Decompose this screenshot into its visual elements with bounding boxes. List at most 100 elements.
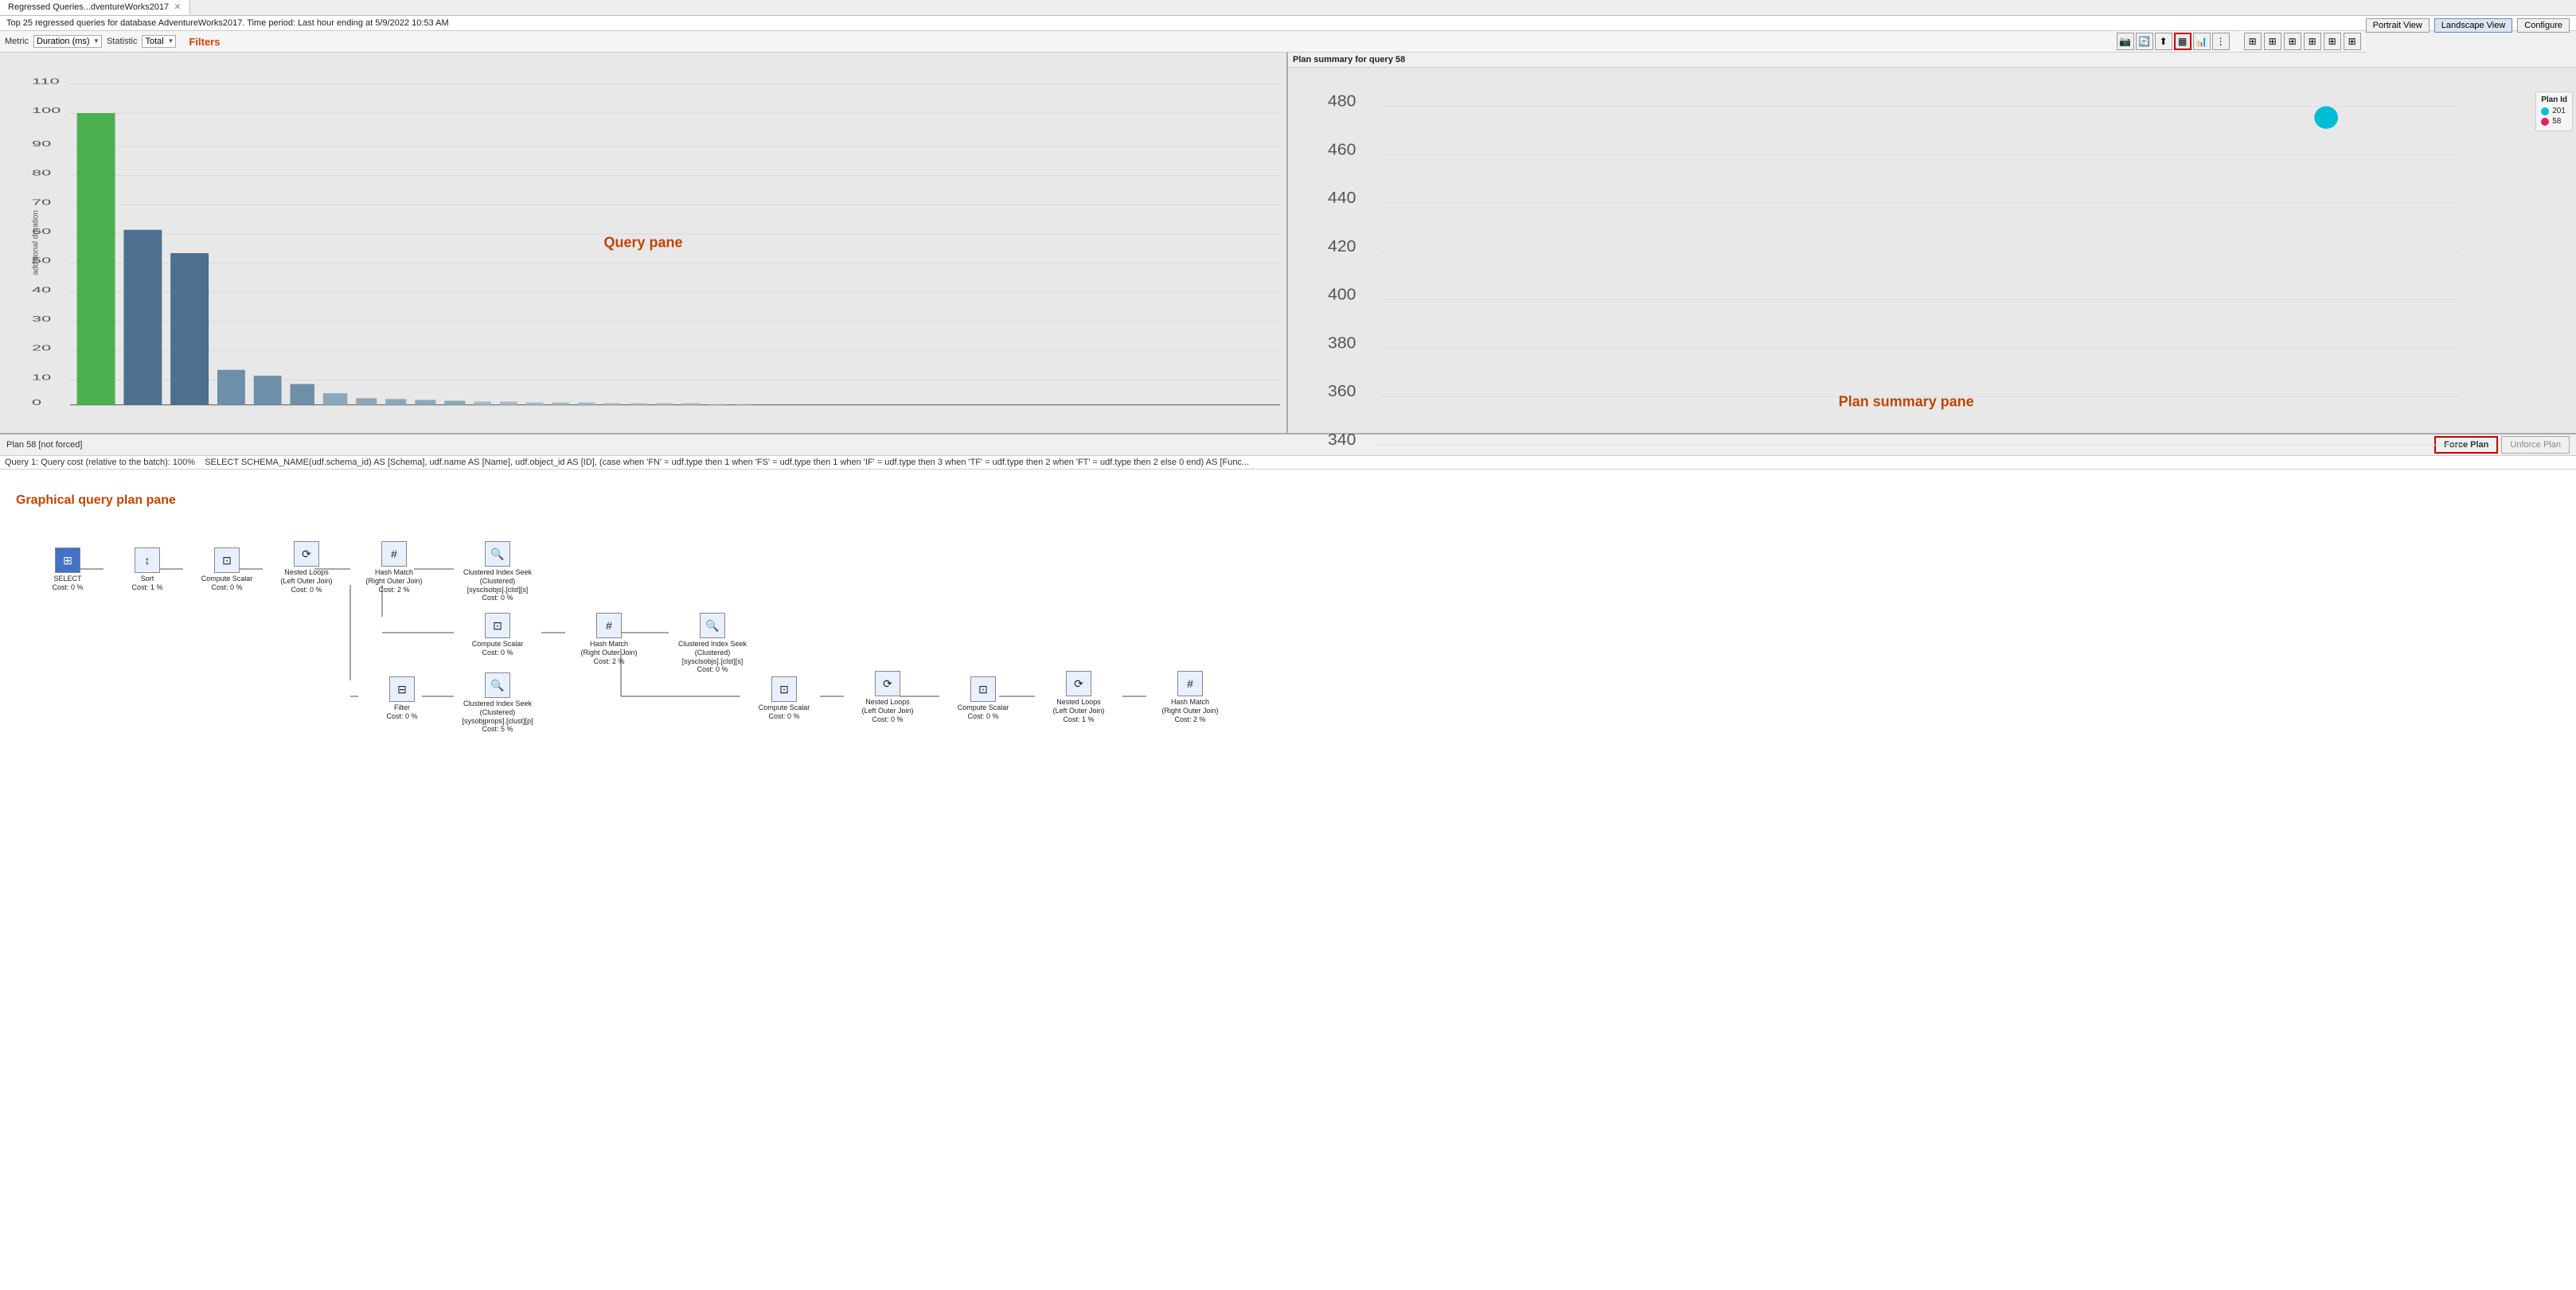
plan-node-filter[interactable]: ⊟ FilterCost: 0 % xyxy=(358,676,446,721)
main-toolbar: Metric Duration (ms) Statistic Total Fil… xyxy=(0,31,2366,53)
plan-node-clustered1[interactable]: 🔍 Clustered Index Seek(Clustered)[syscls… xyxy=(454,541,541,602)
plan-node-scalar4[interactable]: ⊡ Compute ScalarCost: 0 % xyxy=(939,676,1027,721)
legend-item-58: 58 xyxy=(2541,117,2567,126)
more-btn[interactable]: ⋮ xyxy=(2212,33,2230,50)
plan-pane-title: Plan summary for query 58 xyxy=(1288,53,2576,68)
legend-title: Plan Id xyxy=(2541,95,2567,104)
landscape-view-btn[interactable]: Landscape View xyxy=(2434,18,2513,33)
graphical-plan-area[interactable]: Graphical query plan pane xyxy=(0,470,2576,1290)
metric-select[interactable]: Duration (ms) xyxy=(33,35,102,48)
chart-btn[interactable]: 📊 xyxy=(2193,33,2211,50)
nested2-icon: ⟳ xyxy=(875,671,900,696)
svg-text:60: 60 xyxy=(32,227,51,236)
tr-icon1[interactable]: ⊞ xyxy=(2244,33,2262,50)
filter-icon: ⊟ xyxy=(389,676,415,702)
legend-item-201: 201 xyxy=(2541,107,2567,115)
graphical-pane-label: Graphical query plan pane xyxy=(16,493,176,508)
plan-node-scalar2[interactable]: ⊡ Compute ScalarCost: 0 % xyxy=(454,613,541,657)
select-icon: ⊞ xyxy=(55,548,80,573)
hash2-icon: # xyxy=(596,613,622,638)
plan-node-clustered3[interactable]: 🔍 Clustered Index Seek(Clustered)[sysobj… xyxy=(454,672,541,734)
select-label: SELECTCost: 0 % xyxy=(52,575,83,592)
plan-node-scalar3[interactable]: ⊡ Compute ScalarCost: 0 % xyxy=(740,676,828,721)
sort-label: SortCost: 1 % xyxy=(131,575,162,592)
tr-icon4[interactable]: ⊞ xyxy=(2304,33,2321,50)
grid-toggle-btn[interactable]: ▦ xyxy=(2174,33,2192,50)
plan-node-nested1[interactable]: ⟳ Nested Loops(Left Outer Join)Cost: 0 % xyxy=(263,541,350,594)
svg-text:20: 20 xyxy=(32,343,51,353)
plan-node-hash2[interactable]: # Hash Match(Right Outer Join)Cost: 2 % xyxy=(565,613,653,665)
svg-text:90: 90 xyxy=(32,139,51,149)
camera-btn[interactable]: 📷 xyxy=(2117,33,2134,50)
svg-text:460: 460 xyxy=(1328,141,1356,158)
portrait-view-btn[interactable]: Portrait View xyxy=(2366,18,2430,33)
plan-node-hash3[interactable]: # Hash Match(Right Outer Join)Cost: 2 % xyxy=(1146,671,1234,723)
plan-node-scalar1[interactable]: ⊡ Compute ScalarCost: 0 % xyxy=(183,548,271,592)
statistic-label: Statistic xyxy=(107,37,138,46)
tr-icon5[interactable]: ⊞ xyxy=(2324,33,2341,50)
nested3-icon: ⟳ xyxy=(1066,671,1091,696)
tr-icon2[interactable]: ⊞ xyxy=(2264,33,2281,50)
clustered2-icon: 🔍 xyxy=(700,613,725,638)
statistic-select[interactable]: Total xyxy=(142,35,176,48)
scalar4-icon: ⊡ xyxy=(970,676,996,702)
plan-node-clustered2[interactable]: 🔍 Clustered Index Seek(Clustered)[syscls… xyxy=(669,613,756,674)
hash1-icon: # xyxy=(381,541,407,567)
metric-label: Metric xyxy=(5,37,29,46)
filter-label: FilterCost: 0 % xyxy=(386,703,417,721)
nested3-label: Nested Loops(Left Outer Join)Cost: 1 % xyxy=(1052,698,1104,723)
svg-text:40: 40 xyxy=(32,285,51,294)
svg-text:480: 480 xyxy=(1328,92,1356,110)
plan-node-sort[interactable]: ↕ SortCost: 1 % xyxy=(103,548,191,592)
hash3-label: Hash Match(Right Outer Join)Cost: 2 % xyxy=(1161,698,1218,723)
svg-text:70: 70 xyxy=(32,197,51,207)
plan-summary-pane: Plan summary for query 58 Plan summary p… xyxy=(1288,53,2576,433)
configure-btn[interactable]: Configure xyxy=(2517,18,2570,33)
scalar1-label: Compute ScalarCost: 0 % xyxy=(201,575,253,592)
query-cost-text: Query 1: Query cost (relative to the bat… xyxy=(5,458,195,467)
legend-label-201: 201 xyxy=(2552,107,2566,115)
tr-icon3[interactable]: ⊞ xyxy=(2284,33,2301,50)
tab-close[interactable]: ✕ xyxy=(174,2,181,12)
svg-text:440: 440 xyxy=(1328,189,1356,207)
svg-text:100: 100 xyxy=(32,106,60,115)
svg-text:380: 380 xyxy=(1328,334,1356,352)
svg-text:80: 80 xyxy=(32,168,51,177)
plan-node-select[interactable]: ⊞ SELECTCost: 0 % xyxy=(24,548,111,592)
scalar4-label: Compute ScalarCost: 0 % xyxy=(958,703,1009,721)
metric-select-wrapper[interactable]: Duration (ms) xyxy=(33,35,102,48)
legend-dot-58 xyxy=(2541,118,2549,126)
svg-text:10: 10 xyxy=(32,372,51,382)
sort-icon: ↕ xyxy=(135,548,160,573)
tab-label: Regressed Queries...dventureWorks2017 xyxy=(8,2,169,12)
plan-node-hash1[interactable]: # Hash Match(Right Outer Join)Cost: 2 % xyxy=(350,541,438,594)
query-pane: additional duration Query pane 110 100 9… xyxy=(0,53,1288,433)
plan-status-text: Plan 58 [not forced] xyxy=(6,440,82,450)
plan-node-nested2[interactable]: ⟳ Nested Loops(Left Outer Join)Cost: 0 % xyxy=(844,671,931,723)
scalar3-icon: ⊡ xyxy=(771,676,797,702)
tr-icon6[interactable]: ⊞ xyxy=(2344,33,2361,50)
hash3-icon: # xyxy=(1177,671,1203,696)
plan-node-nested3[interactable]: ⟳ Nested Loops(Left Outer Join)Cost: 1 % xyxy=(1035,671,1122,723)
legend-label-58: 58 xyxy=(2552,117,2561,126)
main-split: additional duration Query pane 110 100 9… xyxy=(0,53,2576,435)
main-tab[interactable]: Regressed Queries...dventureWorks2017 ✕ xyxy=(0,0,190,15)
statistic-select-wrapper[interactable]: Total xyxy=(142,35,176,48)
svg-text:50: 50 xyxy=(32,255,51,265)
export-btn[interactable]: ⬆ xyxy=(2155,33,2172,50)
query-sql-text: SELECT SCHEMA_NAME(udf.schema_id) AS [Sc… xyxy=(205,458,1249,467)
svg-text:420: 420 xyxy=(1328,237,1356,255)
query-chart-area: Query pane 110 100 90 80 70 60 50 40 30 … xyxy=(0,53,1286,433)
hash2-label: Hash Match(Right Outer Join)Cost: 2 % xyxy=(580,640,637,665)
plan-legend: Plan Id 201 58 xyxy=(2535,92,2573,131)
legend-dot-201 xyxy=(2541,107,2549,115)
refresh-btn[interactable]: 🔄 xyxy=(2136,33,2153,50)
svg-text:400: 400 xyxy=(1328,286,1356,303)
svg-text:0: 0 xyxy=(32,398,41,407)
svg-text:30: 30 xyxy=(32,314,51,324)
nested2-label: Nested Loops(Left Outer Join)Cost: 0 % xyxy=(861,698,913,723)
hash1-label: Hash Match(Right Outer Join)Cost: 2 % xyxy=(365,568,422,594)
tab-bar: Regressed Queries...dventureWorks2017 ✕ xyxy=(0,0,2576,16)
svg-text:340: 340 xyxy=(1328,431,1356,448)
scalar2-label: Compute ScalarCost: 0 % xyxy=(472,640,524,657)
